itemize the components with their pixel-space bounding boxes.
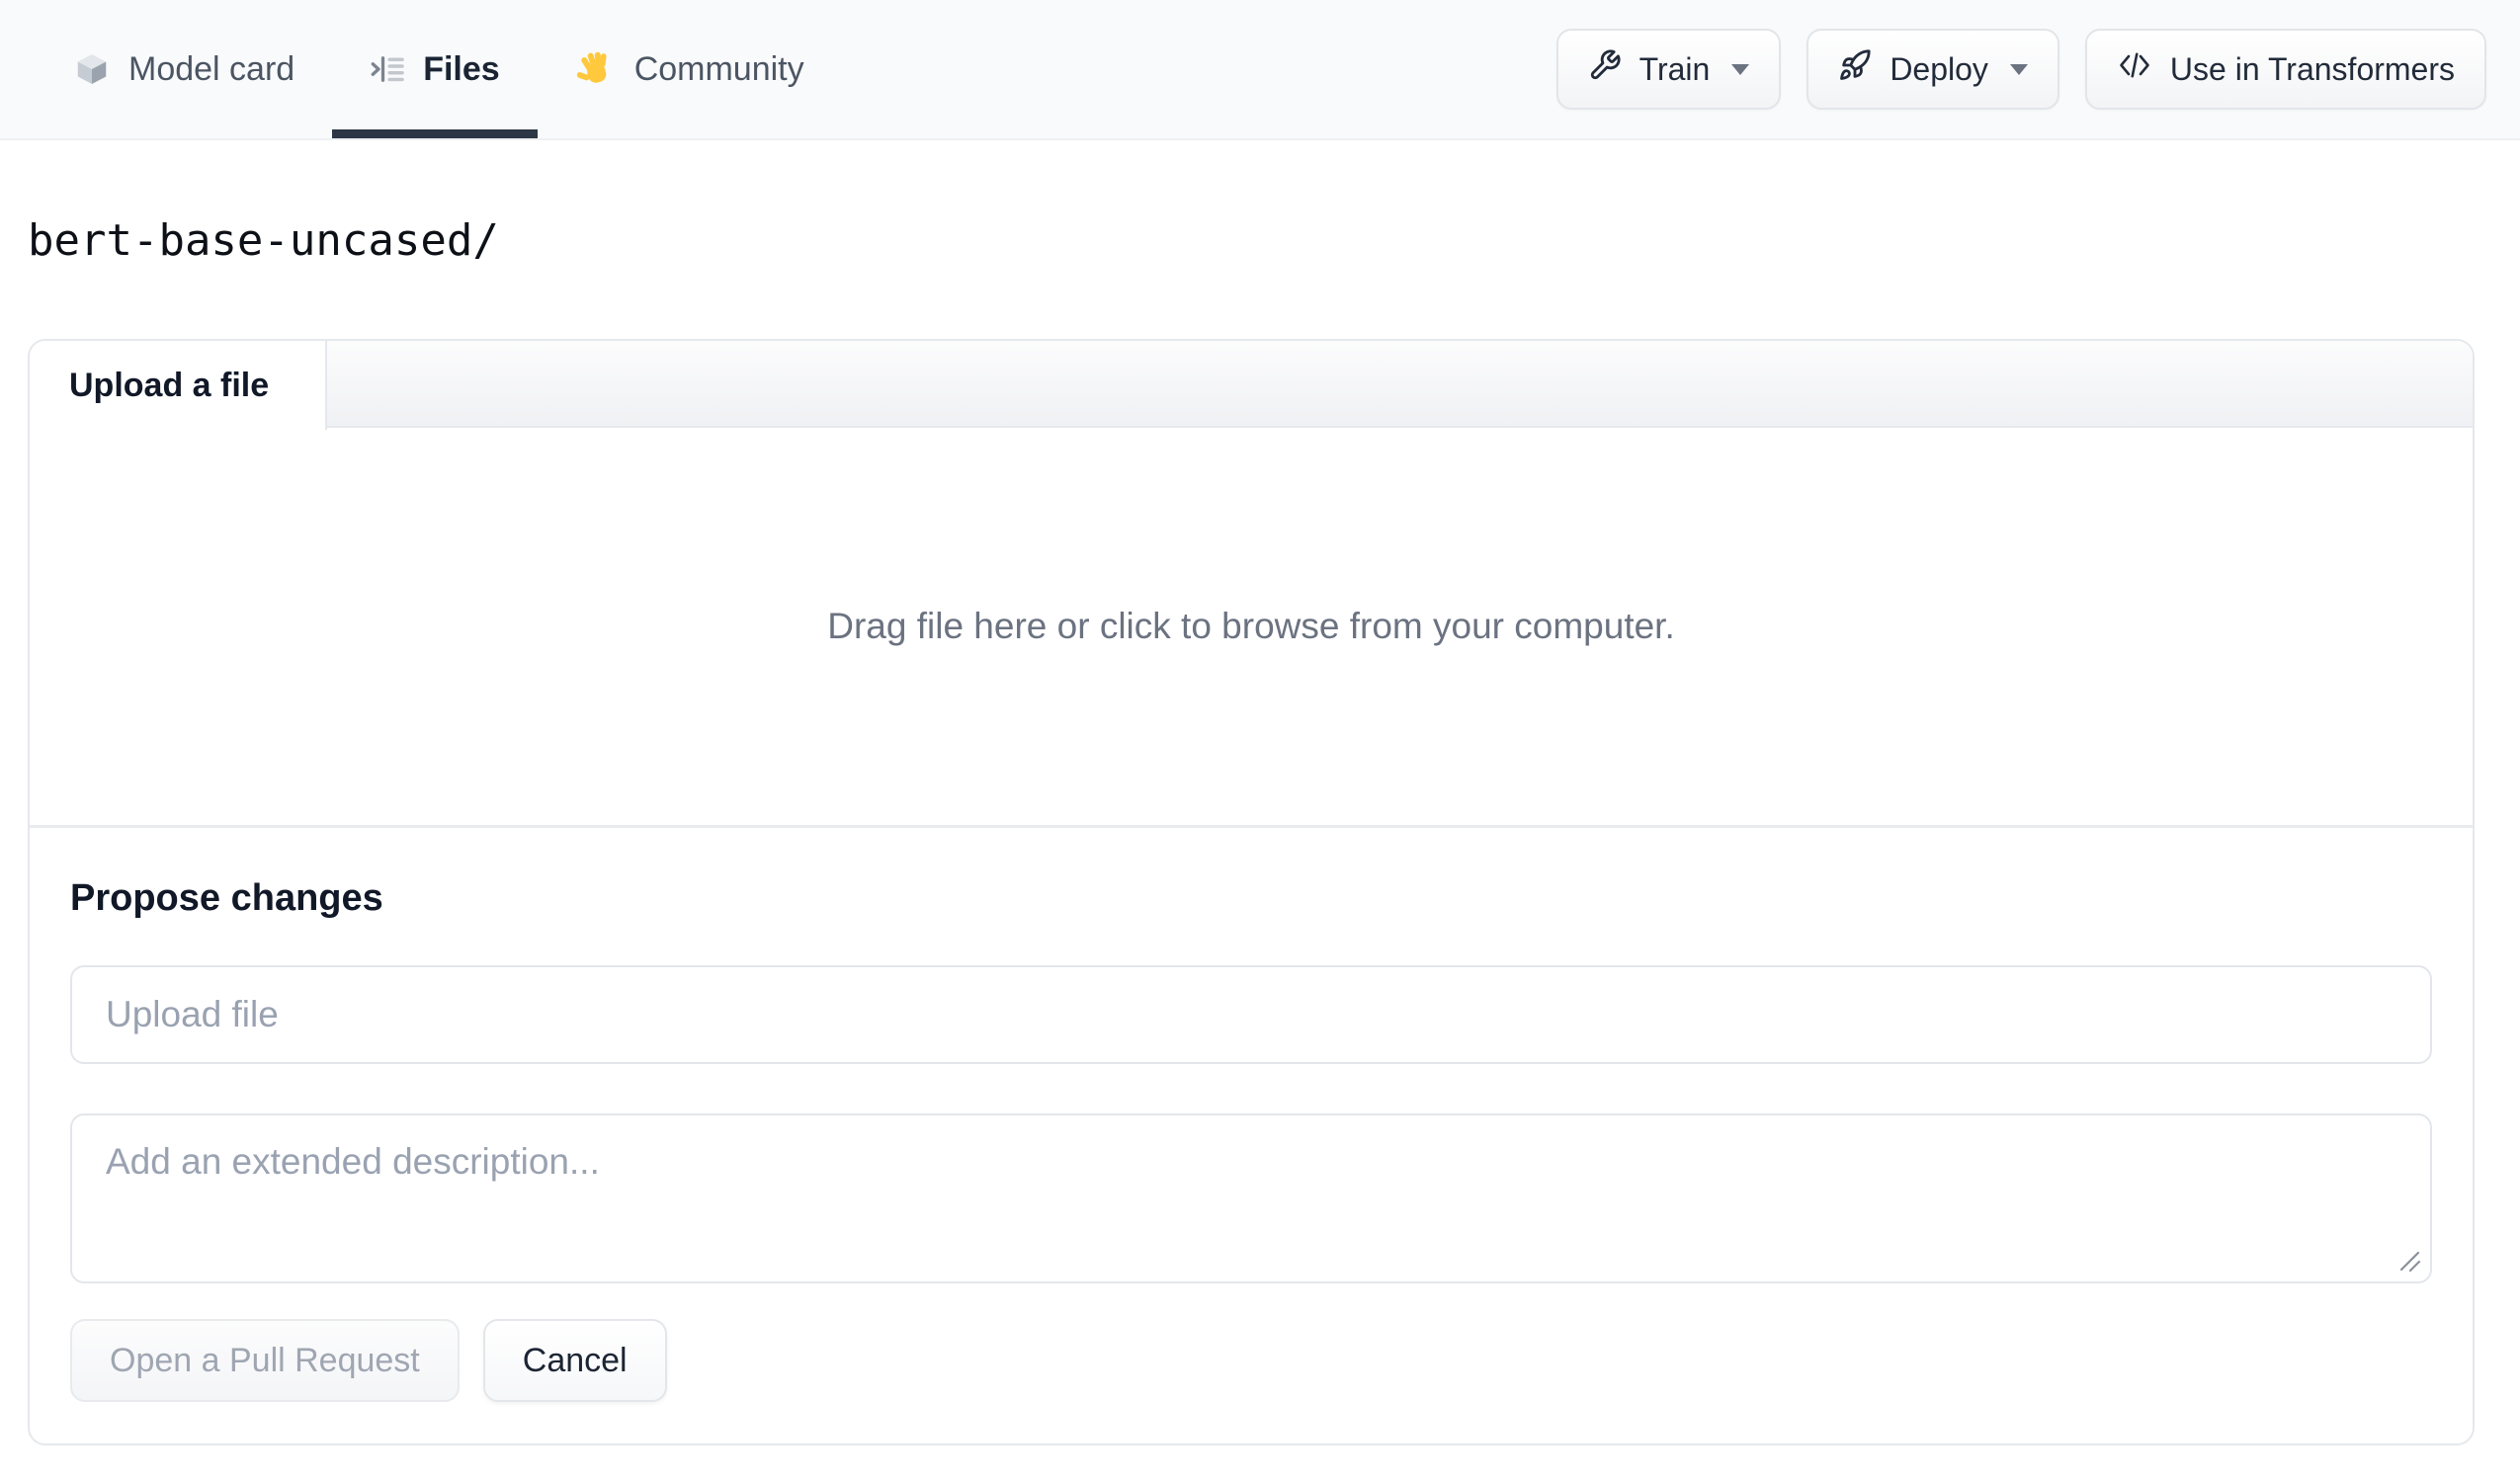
file-dropzone[interactable]: Drag file here or click to browse from y… xyxy=(30,428,2473,825)
repo-action-buttons: Train Deploy Use in Transformers xyxy=(1555,0,2486,138)
open-pull-request-button[interactable]: Open a Pull Request xyxy=(70,1319,460,1402)
rocket-icon xyxy=(1838,48,1872,90)
breadcrumb[interactable]: bert-base-uncased/ xyxy=(28,140,2475,267)
wrench-icon xyxy=(1588,48,1622,90)
repo-tabs: Model card Files Community xyxy=(36,0,842,138)
propose-actions-row: Open a Pull Request Cancel xyxy=(70,1319,2432,1402)
tab-model-card[interactable]: Model card xyxy=(36,0,332,138)
tab-files[interactable]: Files xyxy=(332,0,539,138)
tab-label: Model card xyxy=(128,49,295,88)
upload-filename-input[interactable] xyxy=(70,965,2432,1064)
button-label: Train xyxy=(1638,50,1711,87)
tab-community[interactable]: Community xyxy=(538,0,842,138)
tab-label: Community xyxy=(633,49,804,88)
description-field-wrap xyxy=(70,1113,2432,1283)
upload-panel-tabstrip: Upload a file xyxy=(30,341,2473,430)
cancel-button[interactable]: Cancel xyxy=(482,1319,667,1402)
use-in-transformers-button[interactable]: Use in Transformers xyxy=(2084,29,2486,110)
main-content: bert-base-uncased/ Upload a file Drag fi… xyxy=(0,140,2520,1445)
repo-header-nav: Model card Files Community Train Deploy … xyxy=(0,0,2520,140)
button-label: Use in Transformers xyxy=(2169,50,2455,87)
caret-down-icon xyxy=(1731,63,1750,75)
dropzone-text: Drag file here or click to browse from y… xyxy=(827,606,1675,646)
propose-changes-section: Propose changes Open a Pull Request Canc… xyxy=(30,825,2473,1443)
extended-description-textarea[interactable] xyxy=(70,1113,2432,1283)
tab-label: Files xyxy=(423,49,500,88)
waving-hand-icon xyxy=(575,48,617,90)
upload-panel: Upload a file Drag file here or click to… xyxy=(28,339,2475,1445)
deploy-button[interactable]: Deploy xyxy=(1806,29,2059,110)
propose-changes-heading: Propose changes xyxy=(70,877,383,919)
train-button[interactable]: Train xyxy=(1555,29,1782,110)
tab-upload-a-file[interactable]: Upload a file xyxy=(30,341,327,430)
code-icon xyxy=(2117,47,2152,91)
caret-down-icon xyxy=(2009,63,2028,75)
resize-grip-icon[interactable] xyxy=(2396,1248,2422,1274)
cube-icon xyxy=(73,50,111,88)
button-label: Deploy xyxy=(1890,50,1988,87)
files-icon xyxy=(370,51,405,87)
